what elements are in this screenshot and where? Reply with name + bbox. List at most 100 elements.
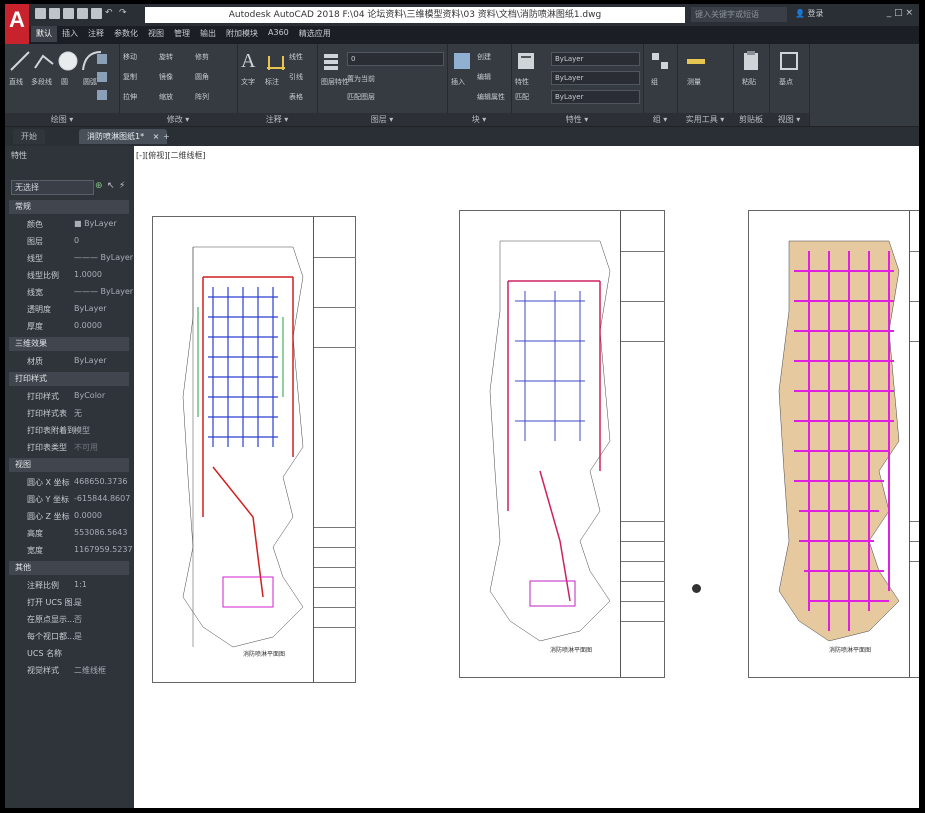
scale-button[interactable]: 缩放	[159, 92, 173, 102]
property-row[interactable]: 打印表附着到 模型	[9, 422, 129, 439]
tab-6[interactable]: 输出	[195, 26, 221, 42]
section-header[interactable]: 三维效果	[9, 337, 129, 351]
view-panel-label[interactable]: 视图 ▾	[769, 113, 809, 126]
search-input[interactable]: 键入关键字或短语	[691, 7, 787, 22]
properties-icon[interactable]	[515, 50, 537, 72]
dimension-icon[interactable]	[265, 50, 287, 72]
fillet-button[interactable]: 圆角	[195, 72, 209, 82]
tab-9[interactable]: 精选应用	[294, 26, 336, 42]
property-row[interactable]: 在原点显示... 否	[9, 611, 129, 628]
new-tab-button[interactable]: +	[155, 129, 178, 144]
window-controls[interactable]: _ □ ×	[887, 8, 913, 18]
property-row[interactable]: 线宽 ——— ByLayer	[9, 284, 133, 301]
property-row[interactable]: 宽度 1167959.5237	[9, 542, 133, 559]
property-row[interactable]: 线型比例 1.0000	[9, 267, 129, 284]
property-row[interactable]: 圆心 Y 坐标 -615844.8607	[9, 491, 130, 508]
group-icon[interactable]	[649, 50, 671, 72]
undo-icon[interactable]: ↶	[105, 8, 116, 19]
set-current-button[interactable]: 置为当前	[347, 74, 375, 84]
redo-icon[interactable]: ↷	[119, 8, 130, 19]
trim-button[interactable]: 修剪	[195, 52, 209, 62]
edit-block-button[interactable]: 编辑	[477, 72, 491, 82]
mirror-button[interactable]: 镜像	[159, 72, 173, 82]
toggle-pickadd-icon[interactable]: ⊕	[95, 181, 103, 191]
gradient-icon[interactable]	[97, 90, 107, 100]
property-row[interactable]: 图层 0	[9, 233, 129, 250]
property-row[interactable]: 颜色 ■ ByLayer	[9, 216, 129, 233]
property-row[interactable]: 每个视口都... 是	[9, 628, 129, 645]
section-header[interactable]: 常规	[9, 200, 129, 214]
property-row[interactable]: 线型 ——— ByLayer	[9, 250, 133, 267]
print-icon[interactable]	[91, 8, 102, 19]
linetype-combo[interactable]: ByLayer	[551, 71, 640, 85]
properties-panel-label[interactable]: 特性 ▾	[511, 113, 643, 126]
tab-start[interactable]: 开始	[13, 129, 45, 144]
color-combo[interactable]: ByLayer	[551, 52, 640, 66]
create-block-button[interactable]: 创建	[477, 52, 491, 62]
draw-panel-label[interactable]: 绘图 ▾	[5, 113, 119, 126]
property-row[interactable]: 打印样式 ByColor	[9, 388, 129, 405]
tab-1[interactable]: 插入	[57, 26, 83, 42]
save-icon[interactable]	[63, 8, 74, 19]
property-row[interactable]: 注释比例 1:1	[9, 577, 129, 594]
tab-0[interactable]: 默认	[31, 26, 57, 42]
lineweight-combo[interactable]: ByLayer	[551, 90, 640, 104]
autocad-logo-button[interactable]: A	[5, 4, 29, 44]
property-row[interactable]: 视觉样式 二维线框	[9, 662, 129, 679]
paste-icon[interactable]	[740, 50, 762, 72]
tab-5[interactable]: 管理	[169, 26, 195, 42]
clipboard-panel-label[interactable]: 剪贴板	[733, 113, 769, 126]
property-row[interactable]: 厚度 0.0000	[9, 318, 129, 335]
annotation-panel-label[interactable]: 注释 ▾	[237, 113, 317, 126]
insert-block-icon[interactable]	[451, 50, 473, 72]
property-row[interactable]: 打印样式表无	[9, 405, 129, 422]
table-button[interactable]: 表格	[289, 92, 303, 102]
viewport-controls[interactable]: [-][俯视][二维线框]	[136, 150, 206, 161]
modify-panel-label[interactable]: 修改 ▾	[119, 113, 237, 126]
tab-4[interactable]: 视图	[143, 26, 169, 42]
selection-combo[interactable]: 无选择	[11, 180, 94, 195]
move-button[interactable]: 移动	[123, 52, 137, 62]
hatch-icon[interactable]	[97, 72, 107, 82]
match-layer-button[interactable]: 匹配图层	[347, 92, 375, 102]
tab-7[interactable]: 附加模块	[221, 26, 263, 42]
measure-icon[interactable]	[685, 50, 707, 72]
property-row[interactable]: 材质 ByLayer	[9, 353, 129, 370]
drawing-sheet-3[interactable]: 消防喷淋平面图	[748, 210, 919, 678]
array-button[interactable]: 阵列	[195, 92, 209, 102]
line-icon[interactable]	[9, 50, 31, 72]
layer-properties-icon[interactable]	[321, 50, 343, 72]
property-row[interactable]: UCS 名称	[9, 645, 129, 662]
text-icon[interactable]: A	[241, 50, 263, 72]
property-row[interactable]: 圆心 X 坐标 468650.3736	[9, 474, 129, 491]
polyline-icon[interactable]	[33, 50, 55, 72]
utilities-panel-label[interactable]: 实用工具 ▾	[677, 113, 733, 126]
drawing-sheet-1[interactable]: 消防喷淋平面图	[152, 216, 356, 683]
drawing-sheet-2[interactable]: 消防喷淋平面图	[459, 210, 665, 678]
tab-8[interactable]: A360	[263, 26, 294, 42]
property-row[interactable]: 打开 UCS 图... 是	[9, 594, 129, 611]
drawing-canvas[interactable]: [-][俯视][二维线框] 消防喷淋平面图 消防喷淋平面图 消防喷淋平面图	[134, 146, 919, 808]
copy-button[interactable]: 复制	[123, 72, 137, 82]
groups-panel-label[interactable]: 组 ▾	[643, 113, 677, 126]
block-panel-label[interactable]: 块 ▾	[447, 113, 511, 126]
linear-button[interactable]: 线性	[289, 52, 303, 62]
edit-attributes-button[interactable]: 编辑属性	[477, 92, 505, 102]
open-icon[interactable]	[49, 8, 60, 19]
basepoint-icon[interactable]	[778, 50, 800, 72]
new-icon[interactable]	[35, 8, 46, 19]
property-row[interactable]: 打印表类型 不可用	[9, 439, 129, 456]
tab-3[interactable]: 参数化	[109, 26, 143, 42]
property-row[interactable]: 圆心 Z 坐标 0.0000	[9, 508, 129, 525]
quick-select-icon[interactable]: ⚡	[119, 181, 125, 191]
property-row[interactable]: 高度 553086.5643	[9, 525, 129, 542]
select-objects-icon[interactable]: ↖	[107, 181, 115, 191]
layer-combo[interactable]: 0	[347, 52, 444, 66]
section-header[interactable]: 视图	[9, 458, 129, 472]
section-header[interactable]: 打印样式	[9, 372, 129, 386]
section-header[interactable]: 其他	[9, 561, 129, 575]
match-properties-label[interactable]: 匹配	[515, 92, 529, 102]
tab-2[interactable]: 注释	[83, 26, 109, 42]
property-row[interactable]: 透明度 ByLayer	[9, 301, 129, 318]
rectangle-icon[interactable]	[97, 54, 107, 64]
